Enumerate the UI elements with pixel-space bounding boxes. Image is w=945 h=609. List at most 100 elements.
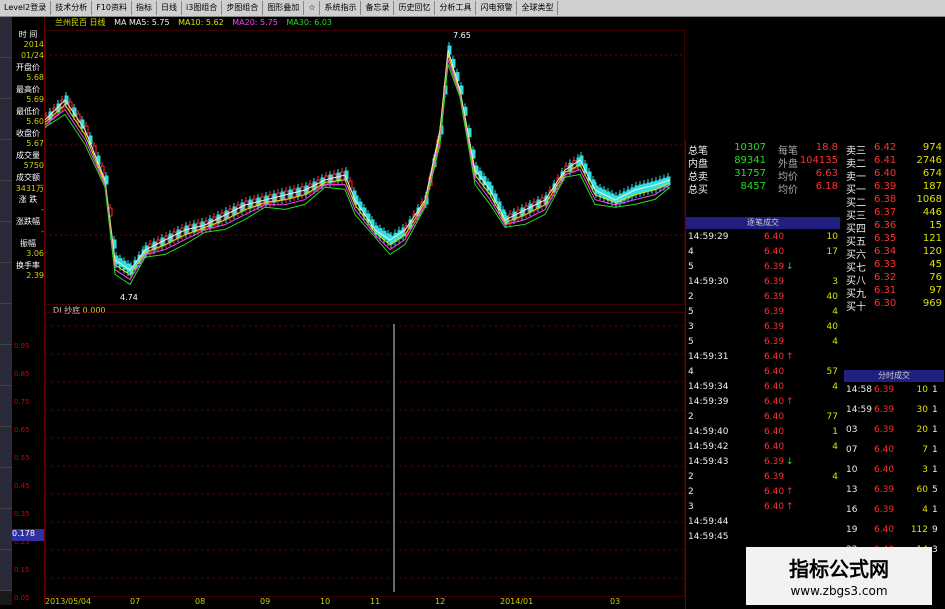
orderbook-price: 6.39 (874, 181, 897, 192)
minute-volume: 4 (922, 505, 928, 515)
deal-price: 6.40 (764, 397, 785, 407)
deal-time: 14:59:34 (688, 382, 729, 392)
x-axis-label: 09 (260, 597, 271, 606)
deal-price: 6.39 (764, 292, 785, 302)
toolbar-button[interactable]: 步图组合 (222, 1, 264, 15)
toolbar-button[interactable]: F10资料 (92, 1, 132, 15)
info-value: 5.68 (26, 73, 44, 82)
minute-price: 6.39 (874, 505, 895, 515)
toolbar-button[interactable]: 全球类型 (517, 1, 559, 15)
orderbook-label: 买十 (846, 302, 866, 313)
deal-volume: 10 (826, 232, 838, 242)
deal-price: 6.40 (764, 382, 785, 392)
deal-time: 14:59:31 (688, 352, 729, 362)
watermark: 指标公式网 www.zbgs3.com (746, 547, 932, 605)
toolbar-button[interactable]: 指标 (132, 1, 157, 15)
x-axis-label: 10 (320, 597, 331, 606)
minute-time: 10 (846, 465, 858, 475)
ma20-label: MA20: 5.75 (232, 18, 278, 27)
toolbar-button[interactable]: 分析工具 (435, 1, 477, 15)
ma5-label: MA MA5: 5.75 (114, 18, 170, 27)
toolbar-button[interactable]: ☆ (304, 1, 321, 15)
minute-price: 6.39 (874, 405, 895, 415)
toolbar-button[interactable]: i3图组合 (182, 1, 223, 15)
info-label: 涨 跌 (18, 195, 38, 204)
info-label: 成交额 (16, 173, 40, 182)
toolbar-button[interactable]: 闪电预警 (476, 1, 518, 15)
vertical-tab[interactable] (0, 550, 12, 591)
left-info-panel: 时 间 2014 01/24 开盘价 5.68 最高价 5.69 最低价 5.60 收盘价 5.67… (0, 17, 45, 605)
orderbook-volume: 15 (929, 220, 942, 231)
vertical-tab[interactable] (0, 222, 12, 263)
vertical-tab[interactable] (0, 17, 12, 58)
orderbook-price: 6.37 (874, 207, 897, 218)
toolbar-button[interactable]: 图形叠加 (263, 1, 305, 15)
deal-price: 6.40 (764, 367, 785, 377)
deal-list-header[interactable]: 逐笔成交 (686, 217, 840, 229)
vertical-tab[interactable] (0, 304, 12, 345)
stock-title: 兰州民百 日线 (55, 18, 106, 27)
deal-time: 14:59:40 (688, 427, 729, 437)
x-axis-label: 2013/05/04 (45, 597, 92, 606)
summary-value: 31757 (734, 168, 766, 179)
orderbook-price: 6.41 (874, 155, 897, 166)
deal-time: 3 (688, 322, 694, 332)
deal-price: 6.39 (764, 262, 785, 272)
deal-volume: 4 (832, 472, 838, 482)
deal-time: 5 (688, 307, 694, 317)
orderbook-price: 6.30 (874, 298, 897, 309)
toolbar-button[interactable]: 日线 (157, 1, 182, 15)
deal-volume: 40 (826, 322, 838, 332)
orderbook-volume: 1068 (916, 194, 942, 205)
vertical-tab[interactable] (0, 181, 12, 222)
toolbar-button[interactable]: 技术分析 (51, 1, 93, 15)
vertical-tab[interactable] (0, 58, 12, 99)
indicator-chart[interactable] (45, 312, 685, 597)
deal-volume: 77 (826, 412, 838, 422)
minute-volume: 3 (922, 465, 928, 475)
deal-volume: 1 (832, 427, 838, 437)
vertical-tab[interactable] (0, 468, 12, 509)
vertical-tab[interactable] (0, 427, 12, 468)
orderbook-price: 6.31 (874, 285, 897, 296)
deal-time: 14:59:45 (688, 532, 729, 542)
x-axis: 2013/05/04 07 08 09 10 11 12 2014/01 03 (45, 597, 685, 609)
indicator-frame (45, 312, 685, 597)
toolbar-button[interactable]: 备忘录 (361, 1, 395, 15)
deal-direction-icon: ↑ (786, 352, 794, 362)
deal-volume: 17 (826, 247, 838, 257)
info-value: 5.69 (26, 95, 44, 104)
minute-time: 14:58 (846, 385, 872, 395)
orderbook-volume: 45 (929, 259, 942, 270)
deal-price: 6.39 (764, 457, 785, 467)
minute-list-header[interactable]: 分时成交 (844, 370, 944, 382)
orderbook-volume: 2746 (916, 155, 942, 166)
toolbar-button[interactable]: 系统指示 (320, 1, 362, 15)
kline-chart[interactable]: 4.74 7.65 (45, 30, 685, 305)
vertical-tab[interactable] (0, 99, 12, 140)
summary-value: 89341 (734, 155, 766, 166)
deal-direction-icon: ↓ (786, 262, 794, 272)
toolbar-button[interactable]: Level2登录 (0, 1, 52, 15)
minute-time: 07 (846, 445, 858, 455)
vertical-tab-strip[interactable] (0, 17, 12, 605)
vertical-tab[interactable] (0, 140, 12, 181)
deal-direction-icon: ↓ (786, 457, 794, 467)
info-label: 开盘价 (16, 63, 40, 72)
vertical-tab[interactable] (0, 345, 12, 386)
info-value: 2014 (23, 40, 44, 49)
x-axis-label: 07 (130, 597, 141, 606)
minute-price: 6.40 (874, 525, 895, 535)
orderbook-volume: 97 (929, 285, 942, 296)
orderbook-price: 6.33 (874, 259, 897, 270)
info-value: - (41, 227, 44, 236)
vertical-tab[interactable] (0, 263, 12, 304)
info-value: 5750 (23, 161, 44, 170)
orderbook-price: 6.42 (874, 142, 897, 153)
vertical-tab[interactable] (0, 509, 12, 550)
info-label: 最高价 (16, 85, 40, 94)
vertical-tab[interactable] (0, 386, 12, 427)
ma10-label: MA10: 5.62 (178, 18, 224, 27)
toolbar-button[interactable]: 历史回忆 (394, 1, 436, 15)
summary-value: 18.8 (815, 142, 838, 153)
